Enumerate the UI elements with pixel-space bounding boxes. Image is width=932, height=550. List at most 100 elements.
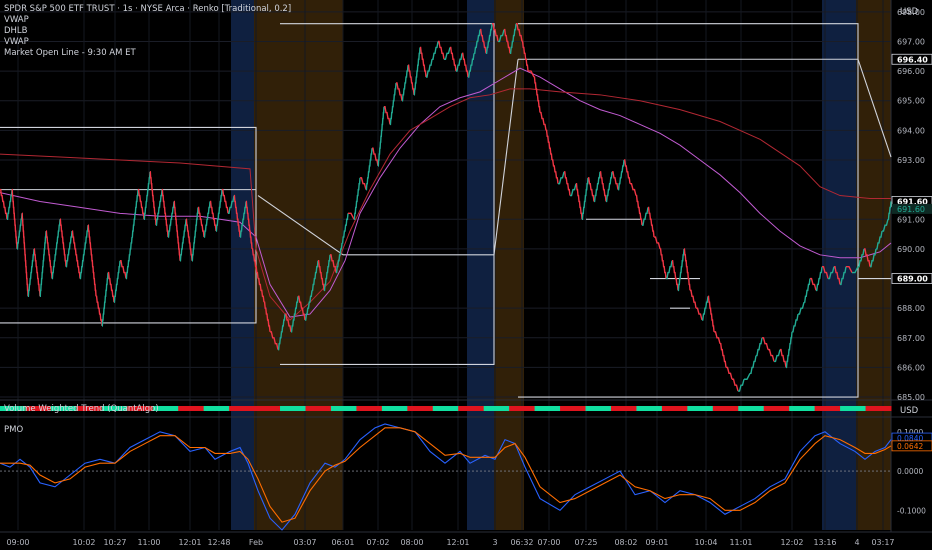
currency-button-lower[interactable]: USD	[900, 406, 918, 416]
vwt-segment	[865, 406, 892, 411]
session-band-london	[856, 0, 891, 530]
vwt-pane-label[interactable]: Volume Weighted Trend (QuantAlgo)	[4, 404, 159, 414]
renko-brick	[732, 378, 739, 392]
renko-brick	[635, 194, 643, 226]
renko-brick	[552, 159, 559, 184]
renko-brick	[570, 183, 577, 197]
renko-brick	[792, 313, 799, 333]
renko-brick	[191, 207, 199, 262]
renko-brick	[533, 76, 541, 113]
pmo-line	[0, 423, 892, 531]
pmo-tick-label: 0.0000	[897, 467, 923, 476]
x-tick-label: 06:32	[510, 538, 533, 547]
renko-brick	[87, 224, 97, 297]
vwt-segment	[229, 406, 256, 411]
x-tick-label: 07:00	[537, 538, 560, 547]
renko-brick	[630, 183, 637, 196]
x-tick-label: 10:04	[694, 538, 717, 547]
renko-brick	[59, 218, 67, 267]
renko-brick	[365, 148, 373, 191]
vwt-segment	[687, 406, 714, 411]
x-tick-label: 3	[492, 538, 497, 547]
x-tick-label: 12:01	[178, 538, 201, 547]
y-tick-label: 687.00	[897, 334, 925, 343]
renko-brick	[131, 189, 139, 238]
renko-brick	[120, 260, 127, 279]
renko-brick	[444, 47, 451, 60]
renko-brick	[71, 230, 81, 279]
renko-brick	[785, 331, 793, 369]
vwt-segment	[407, 406, 434, 411]
renko-brick	[39, 231, 47, 297]
renko-brick	[690, 289, 697, 309]
vwt-segment	[356, 406, 383, 411]
renko-brick	[173, 200, 181, 261]
renko-brick	[432, 41, 439, 60]
pmo-tick-label: -0.1000	[897, 506, 926, 515]
renko-brick	[756, 337, 763, 357]
renko-brick	[774, 349, 781, 363]
x-tick-label: Feb	[249, 538, 263, 547]
session-band-london	[254, 0, 343, 530]
y-tick-label: 685.00	[897, 393, 925, 402]
vwt-segment	[432, 406, 459, 411]
renko-brick	[426, 59, 433, 78]
vwt-segment	[738, 406, 765, 411]
vwt-segment	[840, 406, 867, 411]
renko-brick	[185, 218, 193, 261]
x-tick-label: 07:02	[366, 538, 389, 547]
legend-vwap-1[interactable]: VWAP	[4, 15, 291, 26]
vwt-segment	[280, 406, 306, 411]
pmo-value-label: 0.0642	[897, 442, 923, 451]
legend-vwap-2[interactable]: VWAP	[4, 37, 291, 48]
renko-brick	[95, 295, 103, 326]
renko-brick	[348, 212, 355, 220]
vwt-segment	[636, 406, 663, 411]
renko-brick	[581, 177, 589, 220]
vwt-segment	[712, 406, 739, 411]
renko-brick	[720, 343, 727, 368]
renko-brick	[389, 82, 397, 126]
renko-brick	[677, 248, 685, 292]
renko-brick	[209, 200, 217, 232]
renko-brick	[659, 248, 667, 279]
renko-brick	[125, 236, 133, 280]
x-tick-label: 13:16	[813, 538, 836, 547]
x-tick-label: 10:27	[103, 538, 126, 547]
y-tick-label: 696.00	[897, 67, 925, 76]
renko-brick	[624, 159, 631, 184]
pmo-signal-line	[0, 427, 892, 523]
renko-brick	[456, 53, 463, 72]
renko-brick	[564, 171, 571, 196]
y-tick-label: 690.00	[897, 245, 925, 254]
renko-brick	[540, 111, 547, 131]
vwt-segment	[661, 406, 688, 411]
x-tick-label: 07:25	[574, 538, 597, 547]
pmo-pane-label[interactable]: PMO	[4, 425, 23, 435]
renko-brick	[27, 248, 35, 297]
x-tick-label: 09:01	[645, 538, 668, 547]
x-tick-label: 12:01	[446, 538, 469, 547]
chart-title[interactable]: SPDR S&P 500 ETF TRUST · 1s · NYSE Arca …	[4, 4, 291, 15]
renko-brick	[101, 272, 109, 327]
renko-brick	[617, 159, 625, 191]
renko-brick	[407, 64, 415, 95]
x-tick-label: 08:02	[614, 538, 637, 547]
vwt-segment	[560, 406, 587, 411]
renko-brick	[696, 307, 703, 321]
renko-brick	[419, 46, 427, 78]
vwt-segment	[763, 406, 790, 411]
vwt-segment	[381, 406, 408, 411]
renko-brick	[780, 348, 787, 368]
currency-button[interactable]: USD	[900, 7, 918, 17]
chart-legend: SPDR S&P 500 ETF TRUST · 1s · NYSE Arca …	[4, 4, 291, 59]
x-tick-label: 4	[854, 538, 859, 547]
renko-brick	[161, 188, 169, 238]
renko-brick	[360, 177, 367, 190]
y-tick-label: 686.00	[897, 363, 925, 372]
x-tick-label: 08:00	[400, 538, 423, 547]
x-tick-label: 12:02	[780, 538, 803, 547]
legend-dhlb[interactable]: DHLB	[4, 26, 291, 37]
legend-market-open-line[interactable]: Market Open Line - 9:30 AM ET	[4, 48, 291, 59]
x-tick-label: 12:48	[207, 538, 230, 547]
